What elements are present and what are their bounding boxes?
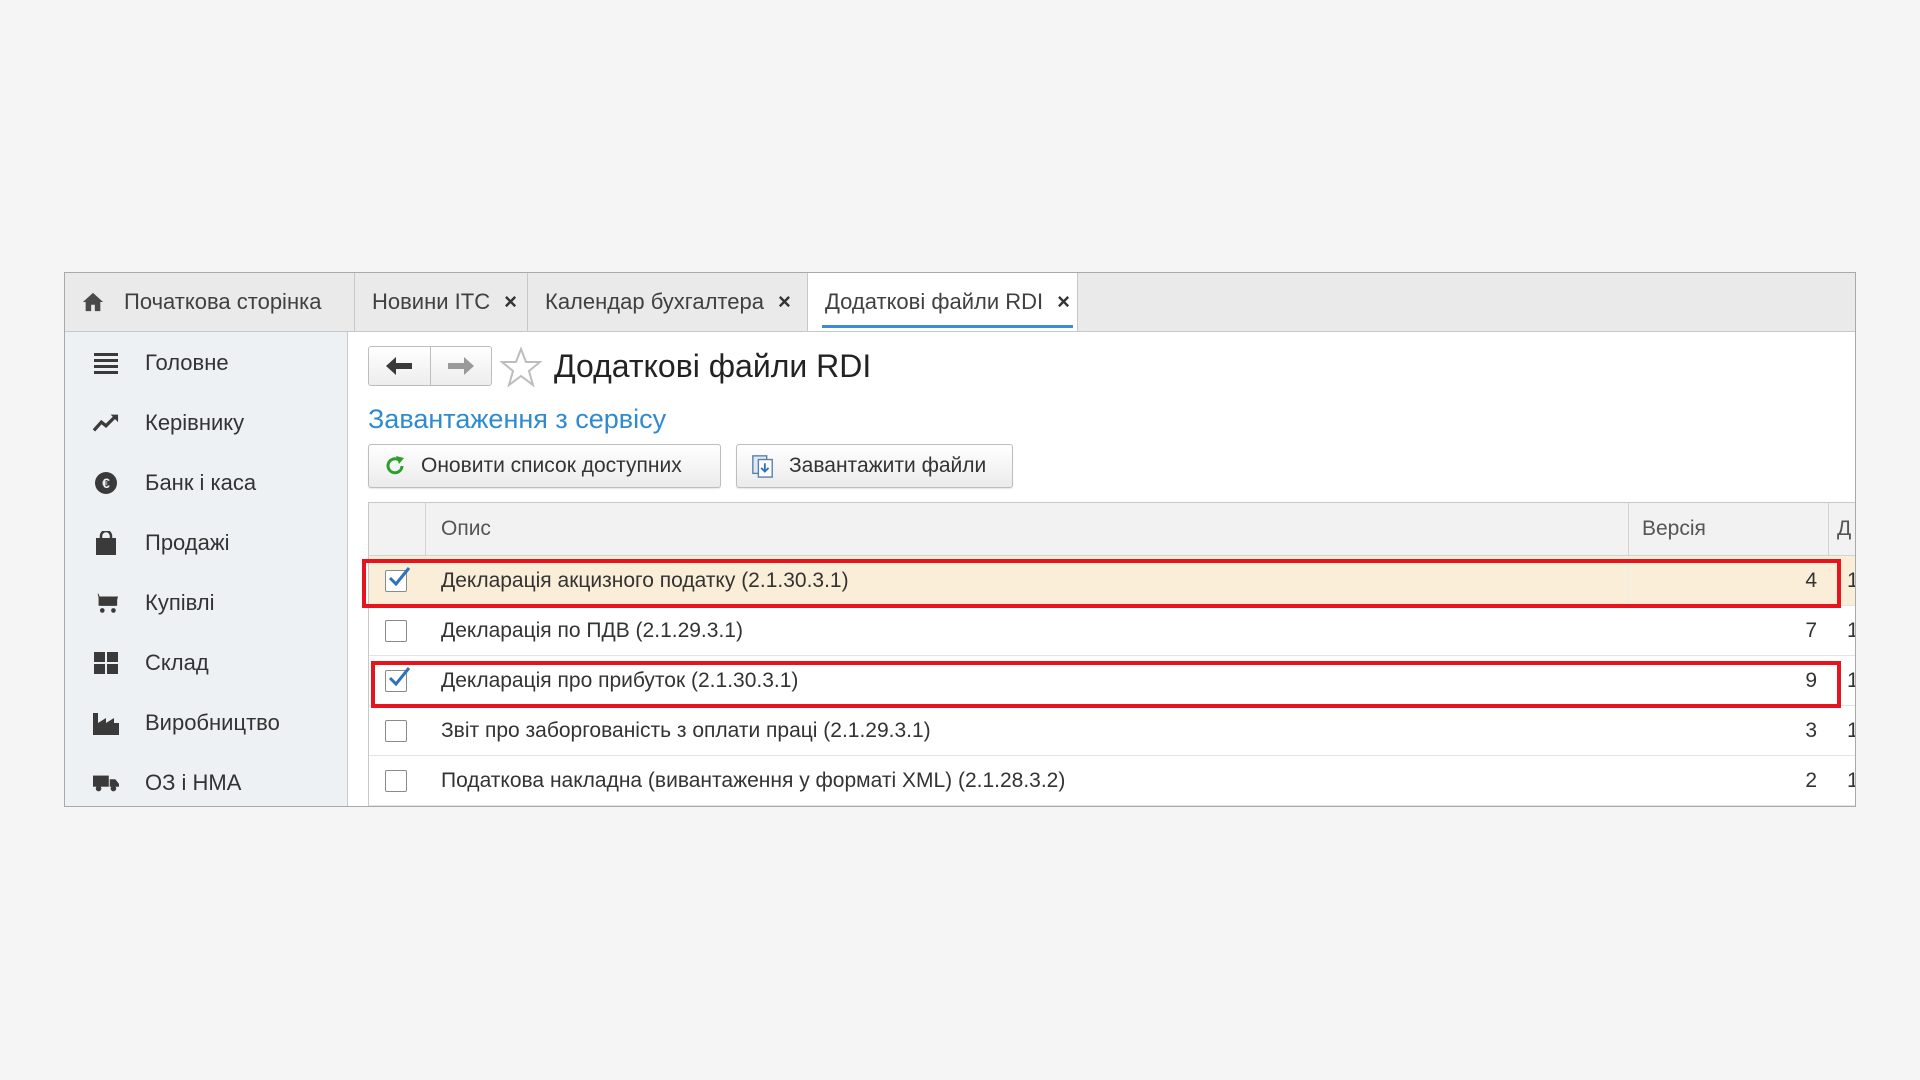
close-icon[interactable]: × — [1057, 289, 1070, 315]
refresh-list-label: Оновити список доступних — [421, 454, 682, 477]
sidebar-item-purchases[interactable]: Купівлі — [65, 578, 347, 628]
sidebar-item-bank[interactable]: € Банк і каса — [65, 458, 347, 508]
row-checkbox[interactable] — [385, 620, 407, 642]
favorite-star-icon[interactable] — [500, 346, 542, 388]
svg-text:€: € — [102, 475, 110, 491]
sidebar-item-warehouse[interactable]: Склад — [65, 638, 347, 688]
trend-icon — [93, 410, 119, 436]
row-version: 2 — [1805, 769, 1817, 792]
sidebar-item-label: Продажі — [145, 530, 230, 555]
row-checkbox[interactable] — [385, 667, 411, 692]
checkmark-icon — [388, 567, 411, 587]
sidebar: Головне Керівнику € Банк і каса Продажі … — [65, 332, 348, 806]
rdi-files-table: Опис Версія Д Декларація акцизного подат… — [368, 502, 1855, 806]
sidebar-item-production[interactable]: Виробництво — [65, 698, 347, 748]
sidebar-item-main[interactable]: Головне — [65, 338, 347, 388]
warehouse-grid-icon — [93, 650, 119, 676]
row-version: 7 — [1805, 619, 1817, 642]
table-header: Опис Версія Д — [369, 503, 1855, 556]
page-title: Додаткові файли RDI — [554, 348, 872, 384]
table-row[interactable]: Податкова накладна (вивантаження у форма… — [369, 756, 1855, 806]
tab-news-its[interactable]: Новини ІТС × — [355, 273, 528, 331]
row-description: Звіт про заборгованість з оплати праці (… — [441, 719, 931, 742]
download-files-label: Завантажити файли — [789, 454, 987, 477]
row-description: Податкова накладна (вивантаження у форма… — [441, 769, 1066, 792]
app-window: Початкова сторінка Новини ІТС × Календар… — [64, 272, 1856, 807]
menu-icon — [93, 350, 119, 376]
table-row[interactable]: Звіт про заборгованість з оплати праці (… — [369, 706, 1855, 756]
forward-button[interactable] — [429, 347, 492, 385]
row-extra: 1 — [1847, 606, 1855, 656]
shopping-bag-icon — [93, 530, 119, 556]
refresh-icon — [383, 454, 407, 478]
column-header-extra[interactable]: Д — [1837, 503, 1851, 555]
sidebar-item-sales[interactable]: Продажі — [65, 518, 347, 568]
table-row[interactable]: Декларація по ПДВ (2.1.29.3.1) 7 1 — [369, 606, 1855, 656]
sidebar-item-label: ОЗ і НМА — [145, 770, 242, 795]
refresh-list-button[interactable]: Оновити список доступних — [368, 444, 721, 488]
download-files-icon — [751, 454, 775, 478]
row-extra: 1 — [1847, 706, 1855, 756]
download-from-service-link[interactable]: Завантаження з сервісу — [368, 404, 666, 435]
tab-label: Додаткові файли RDI — [825, 289, 1044, 314]
table-row[interactable]: Декларація про прибуток (2.1.30.3.1) 9 1 — [369, 656, 1855, 706]
row-checkbox[interactable] — [385, 720, 407, 742]
tab-label: Новини ІТС — [372, 289, 491, 314]
sidebar-item-label: Керівнику — [145, 410, 245, 435]
row-extra: 1 — [1847, 756, 1855, 806]
row-description: Декларація про прибуток (2.1.30.3.1) — [441, 669, 799, 692]
row-extra: 1 — [1847, 556, 1855, 606]
row-extra: 1 — [1847, 656, 1855, 706]
download-files-button[interactable]: Завантажити файли — [736, 444, 1013, 488]
row-description: Декларація акцизного податку (2.1.30.3.1… — [441, 569, 849, 592]
column-header-version[interactable]: Версія — [1642, 503, 1706, 555]
column-separator — [1628, 503, 1629, 555]
cart-icon — [93, 590, 119, 616]
column-separator — [1828, 503, 1829, 555]
tab-label: Календар бухгалтера — [545, 289, 764, 314]
checkmark-icon — [388, 667, 411, 687]
row-version: 9 — [1805, 669, 1817, 692]
sidebar-item-label: Склад — [145, 650, 209, 675]
navigation-buttons — [368, 346, 492, 386]
sidebar-item-manager[interactable]: Керівнику — [65, 398, 347, 448]
tab-home[interactable]: Початкова сторінка — [65, 273, 355, 331]
column-header-description[interactable]: Опис — [441, 503, 491, 555]
home-icon — [82, 292, 104, 312]
row-version: 3 — [1805, 719, 1817, 742]
factory-icon — [93, 710, 119, 736]
sidebar-item-label: Банк і каса — [145, 470, 257, 495]
column-separator — [1628, 556, 1629, 606]
arrow-left-icon — [386, 357, 413, 375]
coin-icon: € — [93, 470, 119, 496]
close-icon[interactable]: × — [504, 289, 517, 315]
table-row[interactable]: Декларація акцизного податку (2.1.30.3.1… — [369, 556, 1855, 606]
tab-label: Початкова сторінка — [124, 289, 322, 314]
truck-icon — [93, 770, 119, 796]
row-checkbox[interactable] — [385, 770, 407, 792]
tab-accountant-calendar[interactable]: Календар бухгалтера × — [528, 273, 808, 331]
active-tab-underline — [822, 325, 1073, 328]
arrow-right-icon — [447, 357, 474, 375]
tab-rdi-files[interactable]: Додаткові файли RDI × — [808, 273, 1078, 331]
sidebar-item-label: Головне — [145, 350, 229, 375]
row-version: 4 — [1805, 569, 1817, 592]
main-content: Додаткові файли RDI Завантаження з серві… — [348, 332, 1855, 806]
row-checkbox[interactable] — [385, 567, 411, 592]
sidebar-item-fixed-assets[interactable]: ОЗ і НМА — [65, 758, 347, 806]
sidebar-item-label: Виробництво — [145, 710, 280, 735]
close-icon[interactable]: × — [778, 289, 791, 315]
row-description: Декларація по ПДВ (2.1.29.3.1) — [441, 619, 743, 642]
sidebar-item-label: Купівлі — [145, 590, 215, 615]
column-separator — [425, 503, 426, 555]
tab-bar: Початкова сторінка Новини ІТС × Календар… — [65, 273, 1855, 332]
back-button[interactable] — [369, 347, 430, 385]
